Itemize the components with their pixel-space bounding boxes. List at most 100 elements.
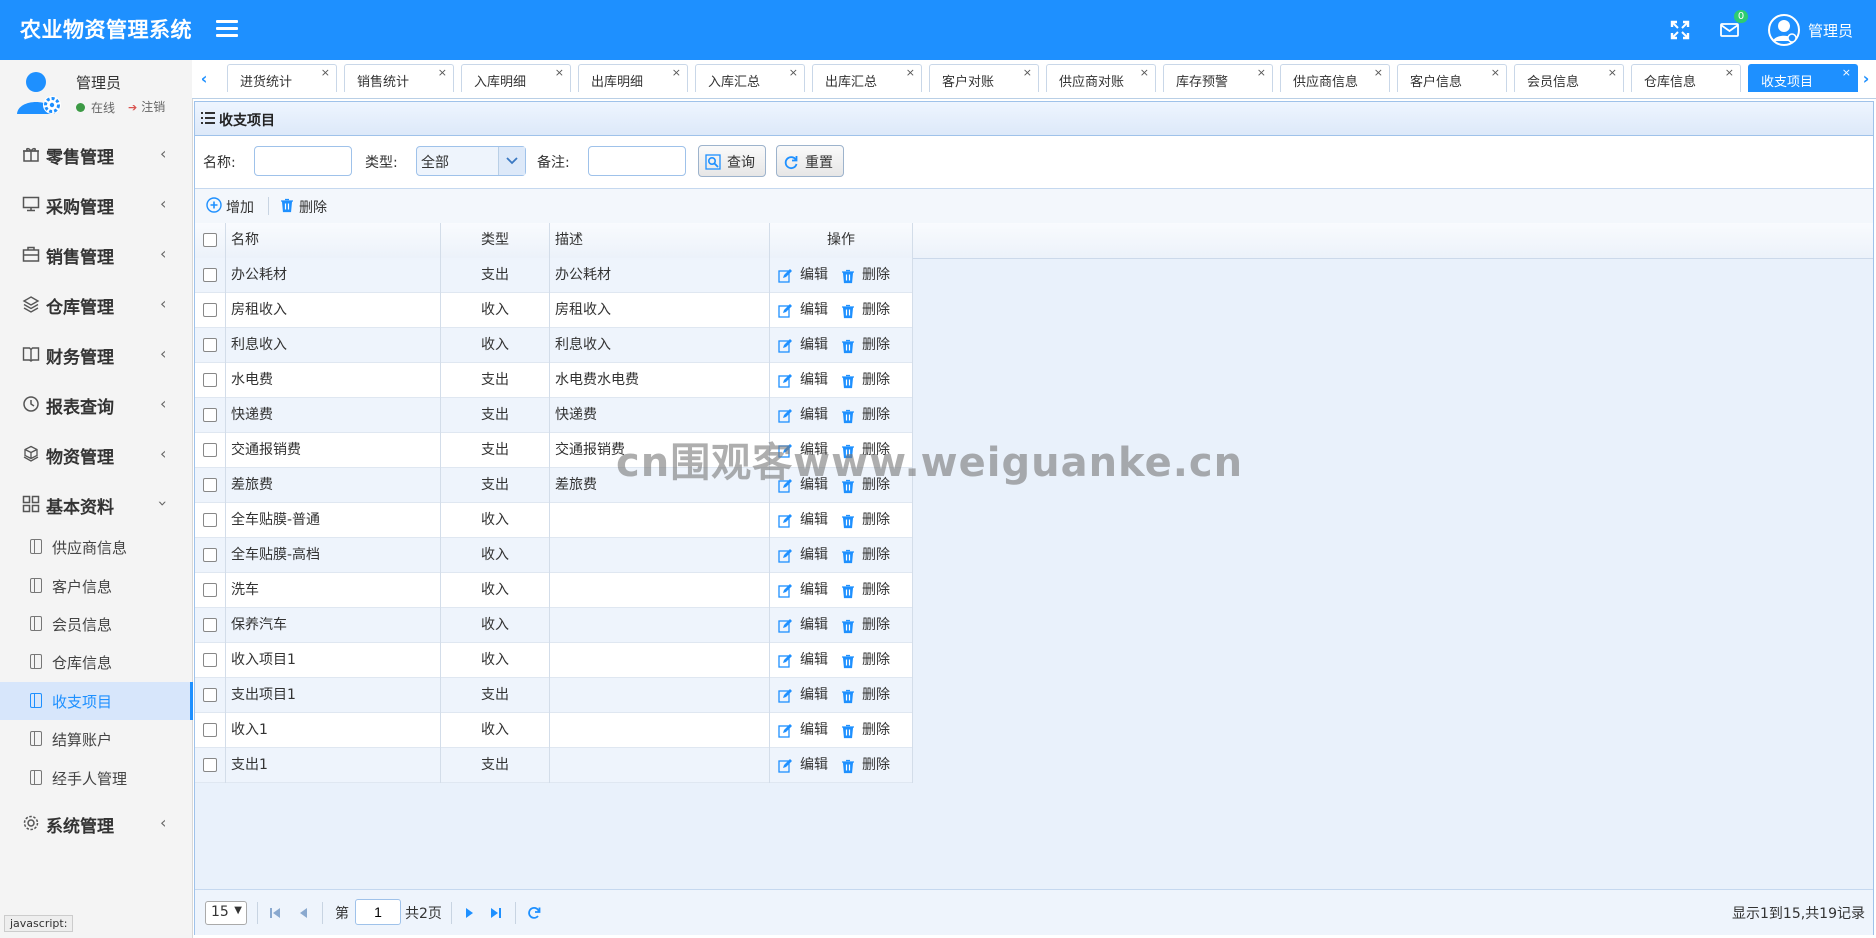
nav-basic-data[interactable]: 基本资料 › <box>0 480 192 528</box>
close-icon[interactable]: × <box>321 66 330 79</box>
nav-system[interactable]: 系统管理 ‹ <box>0 799 192 847</box>
sidebar-item-customer[interactable]: 客户信息 <box>0 567 192 605</box>
close-icon[interactable]: × <box>1140 66 1149 79</box>
query-button[interactable]: 查询 <box>698 145 766 177</box>
sidebar-item-member[interactable]: 会员信息 <box>0 605 192 643</box>
tab-0[interactable]: 进货统计 × <box>227 64 337 92</box>
close-icon[interactable]: × <box>672 66 681 79</box>
table-row[interactable]: 支出项目1 支出 编辑 删除 <box>195 678 913 713</box>
tab-7[interactable]: 供应商对账 × <box>1046 64 1156 92</box>
close-icon[interactable]: × <box>789 66 798 79</box>
row-checkbox-cell <box>195 293 226 328</box>
sidebar-item-income-expense[interactable]: 收支项目 <box>0 682 193 720</box>
nav-sales[interactable]: 销售管理 ‹ <box>0 230 192 278</box>
tab-5[interactable]: 出库汇总 × <box>812 64 922 92</box>
table-row[interactable]: 利息收入 收入 利息收入 编辑 删除 <box>195 328 913 363</box>
tab-10[interactable]: 客户信息 × <box>1397 64 1507 92</box>
row-checkbox[interactable] <box>203 443 217 457</box>
close-icon[interactable]: × <box>1257 66 1266 79</box>
close-icon[interactable]: × <box>438 66 447 79</box>
tab-scroll-right-icon[interactable]: › <box>1856 68 1876 90</box>
tab-1[interactable]: 销售统计 × <box>344 64 454 92</box>
prev-page-icon[interactable] <box>295 904 313 922</box>
edit-icon <box>778 514 792 528</box>
row-checkbox[interactable] <box>203 268 217 282</box>
row-checkbox[interactable] <box>203 373 217 387</box>
type-select[interactable]: 全部 <box>416 146 526 176</box>
next-page-icon[interactable] <box>460 904 478 922</box>
table-row[interactable]: 全车贴膜-高档 收入 编辑 删除 <box>195 538 913 573</box>
sidebar-item-settlement[interactable]: 结算账户 <box>0 720 192 758</box>
fullscreen-icon[interactable] <box>1668 18 1692 42</box>
table-row[interactable]: 快递费 支出 快递费 编辑 删除 <box>195 398 913 433</box>
tab-13[interactable]: 收支项目 × <box>1748 64 1858 92</box>
tab-12[interactable]: 仓库信息 × <box>1631 64 1741 92</box>
tab-3[interactable]: 出库明细 × <box>578 64 688 92</box>
nav-finance[interactable]: 财务管理 ‹ <box>0 330 192 378</box>
table-row[interactable]: 水电费 支出 水电费水电费 编辑 删除 <box>195 363 913 398</box>
row-checkbox[interactable] <box>203 303 217 317</box>
table-row[interactable]: 支出1 支出 编辑 删除 <box>195 748 913 783</box>
tab-4[interactable]: 入库汇总 × <box>695 64 805 92</box>
reset-button[interactable]: 重置 <box>776 145 844 177</box>
table-row[interactable]: 洗车 收入 编辑 删除 <box>195 573 913 608</box>
close-icon[interactable]: × <box>555 66 564 79</box>
row-checkbox[interactable] <box>203 548 217 562</box>
row-checkbox[interactable] <box>203 338 217 352</box>
close-icon[interactable]: × <box>1374 66 1383 79</box>
row-checkbox[interactable] <box>203 408 217 422</box>
tab-8[interactable]: 库存预警 × <box>1163 64 1273 92</box>
row-checkbox[interactable] <box>203 723 217 737</box>
tab-9[interactable]: 供应商信息 × <box>1280 64 1390 92</box>
row-checkbox[interactable] <box>203 653 217 667</box>
table-row[interactable]: 差旅费 支出 差旅费 编辑 删除 <box>195 468 913 503</box>
table-row[interactable]: 收入项目1 收入 编辑 删除 <box>195 643 913 678</box>
row-checkbox[interactable] <box>203 583 217 597</box>
name-input[interactable] <box>254 146 352 176</box>
sidebar-item-handler[interactable]: 经手人管理 <box>0 759 192 797</box>
tab-2[interactable]: 入库明细 × <box>461 64 571 92</box>
row-checkbox[interactable] <box>203 758 217 772</box>
sidebar-item-warehouse[interactable]: 仓库信息 <box>0 643 192 681</box>
table-row[interactable]: 交通报销费 支出 交通报销费 编辑 删除 <box>195 433 913 468</box>
cell-desc: 快递费 <box>550 398 770 433</box>
page-size-select[interactable]: 15 ▼ <box>205 901 247 925</box>
close-icon[interactable]: × <box>906 66 915 79</box>
close-icon[interactable]: × <box>1023 66 1032 79</box>
nav-purchase[interactable]: 采购管理 ‹ <box>0 180 192 228</box>
mail-icon[interactable]: 0 <box>1718 10 1748 42</box>
tab-scroll-left-icon[interactable]: ‹ <box>194 68 214 90</box>
refresh-icon[interactable] <box>525 904 543 922</box>
table-row[interactable]: 保养汽车 收入 编辑 删除 <box>195 608 913 643</box>
row-checkbox[interactable] <box>203 618 217 632</box>
nav-warehouse[interactable]: 仓库管理 ‹ <box>0 280 192 328</box>
logout-link[interactable]: ➔ 注销 <box>128 98 165 115</box>
menu-toggle-icon[interactable] <box>216 16 238 42</box>
row-checkbox[interactable] <box>203 513 217 527</box>
last-page-icon[interactable] <box>487 904 505 922</box>
tab-6[interactable]: 客户对账 × <box>929 64 1039 92</box>
close-icon[interactable]: × <box>1491 66 1500 79</box>
nav-reports[interactable]: 报表查询 ‹ <box>0 380 192 428</box>
header-user-menu[interactable]: 管理员 <box>1768 14 1853 46</box>
remark-input[interactable] <box>588 146 686 176</box>
row-checkbox[interactable] <box>203 688 217 702</box>
close-icon[interactable]: × <box>1608 66 1617 79</box>
first-page-icon[interactable] <box>266 904 284 922</box>
table-row[interactable]: 全车贴膜-普通 收入 编辑 删除 <box>195 503 913 538</box>
table-row[interactable]: 办公耗材 支出 办公耗材 编辑 删除 <box>195 258 913 293</box>
select-all-checkbox[interactable] <box>203 233 217 247</box>
tab-11[interactable]: 会员信息 × <box>1514 64 1624 92</box>
table-row[interactable]: 收入1 收入 编辑 删除 <box>195 713 913 748</box>
table-row[interactable]: 房租收入 收入 房租收入 编辑 删除 <box>195 293 913 328</box>
sidebar-item-supplier[interactable]: 供应商信息 <box>0 528 192 566</box>
page-number-input[interactable] <box>355 899 401 925</box>
nav-retail[interactable]: 零售管理 ‹ <box>0 130 192 178</box>
row-checkbox[interactable] <box>203 478 217 492</box>
close-icon[interactable]: × <box>1842 66 1851 79</box>
close-icon[interactable]: × <box>1725 66 1734 79</box>
column-header-type[interactable]: 类型 <box>441 223 550 258</box>
column-header-name[interactable]: 名称 <box>226 223 441 258</box>
column-header-desc[interactable]: 描述 <box>550 223 770 258</box>
nav-materials[interactable]: 物资管理 ‹ <box>0 430 192 478</box>
